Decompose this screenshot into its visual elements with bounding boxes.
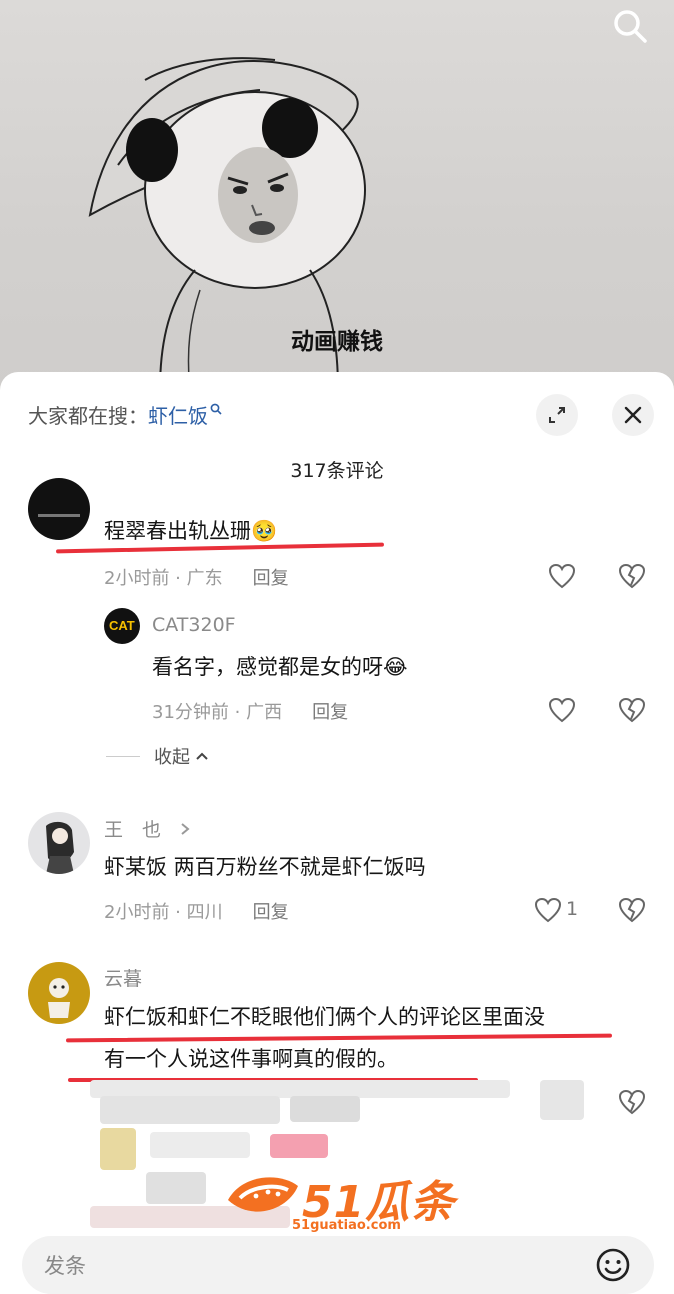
collapse-label: 收起 <box>154 747 190 768</box>
like-count: 1 <box>566 898 579 920</box>
avatar[interactable] <box>28 478 90 540</box>
comment-meta: 2小时前 · 广东 回复 <box>104 564 289 590</box>
comment-count: 317条评论 <box>290 460 384 482</box>
avatar[interactable] <box>28 962 90 1024</box>
avatar[interactable] <box>28 812 90 874</box>
close-button[interactable] <box>612 394 654 436</box>
reply-button[interactable]: 回复 <box>253 564 289 590</box>
comment-time: 2小时前 · 四川 <box>104 902 223 923</box>
like-button[interactable] <box>544 692 580 728</box>
commenter-name[interactable]: 王 也 <box>104 815 191 842</box>
dislike-button[interactable] <box>614 692 650 728</box>
commenter-name[interactable]: CAT320F <box>152 614 236 636</box>
reply-button[interactable]: 回复 <box>312 698 348 724</box>
broken-heart-icon <box>618 563 646 589</box>
emoji-icon: 🥹 <box>251 519 278 543</box>
divider <box>106 755 140 757</box>
search-button[interactable] <box>608 4 652 48</box>
chevron-right-icon <box>181 823 190 835</box>
search-icon <box>614 10 647 43</box>
like-button[interactable] <box>530 892 566 928</box>
expand-icon <box>549 407 565 423</box>
watermark-logo: 51瓜条 51guatiao.com <box>222 1166 455 1233</box>
comment-text-line-2: 有一个人说这件事啊真的假的。 <box>104 1047 398 1071</box>
hot-search-prefix: 大家都在搜： <box>28 404 148 428</box>
comment-time: 2小时前 · 广东 <box>104 568 223 589</box>
comment-time: 31分钟前 · 广西 <box>152 702 283 723</box>
search-small-icon <box>210 403 222 419</box>
expand-button[interactable] <box>536 394 578 436</box>
video-player[interactable]: 动画赚钱 <box>0 0 674 390</box>
emoji-picker-icon[interactable] <box>594 1246 632 1284</box>
comment-text: 虾某饭 两百万粉丝不就是虾仁饭吗 <box>104 855 426 879</box>
like-button[interactable] <box>544 558 580 594</box>
broken-heart-icon <box>618 697 646 723</box>
comment-sheet: 大家都在搜： 虾仁饭 317条评论 程翠春出轨丛珊🥹 2小时前 · 广东 回复 … <box>0 372 674 1280</box>
comment-text: 程翠春出轨丛珊🥹 <box>104 519 278 543</box>
broken-heart-icon <box>618 1089 646 1115</box>
watermark-melon-icon <box>228 1177 298 1212</box>
commenter-name[interactable]: 云暮 <box>104 964 142 991</box>
dislike-button[interactable] <box>614 1084 650 1120</box>
chevron-up-icon <box>196 752 208 760</box>
comment-meta: 2小时前 · 四川 回复 <box>104 898 289 924</box>
watermark-url: 51guatiao.com <box>292 1218 401 1233</box>
comment-input[interactable]: 发条 <box>22 1236 654 1294</box>
comment-meta: 31分钟前 · 广西 回复 <box>152 698 348 724</box>
comment-input-placeholder: 发条 <box>44 1254 86 1278</box>
reply-button[interactable]: 回复 <box>253 898 289 924</box>
collapse-replies-button[interactable]: 收起 <box>106 743 210 769</box>
emoji-icon: 😂 <box>383 655 408 679</box>
video-caption: 动画赚钱 <box>291 329 383 355</box>
close-icon <box>624 406 642 424</box>
hot-search-keyword[interactable]: 虾仁饭 <box>148 400 208 429</box>
dislike-button[interactable] <box>614 892 650 928</box>
hot-search-bar[interactable]: 大家都在搜： 虾仁饭 <box>28 400 222 429</box>
comment-text: 看名字，感觉都是女的呀😂 <box>152 655 408 679</box>
comment-text-line-1: 虾仁饭和虾仁不眨眼他们俩个人的评论区里面没 <box>104 1005 545 1029</box>
broken-heart-icon <box>618 897 646 923</box>
heart-icon <box>534 897 562 923</box>
dislike-button[interactable] <box>614 558 650 594</box>
heart-icon <box>548 563 576 589</box>
heart-icon <box>548 697 576 723</box>
avatar[interactable]: CAT <box>104 608 140 644</box>
